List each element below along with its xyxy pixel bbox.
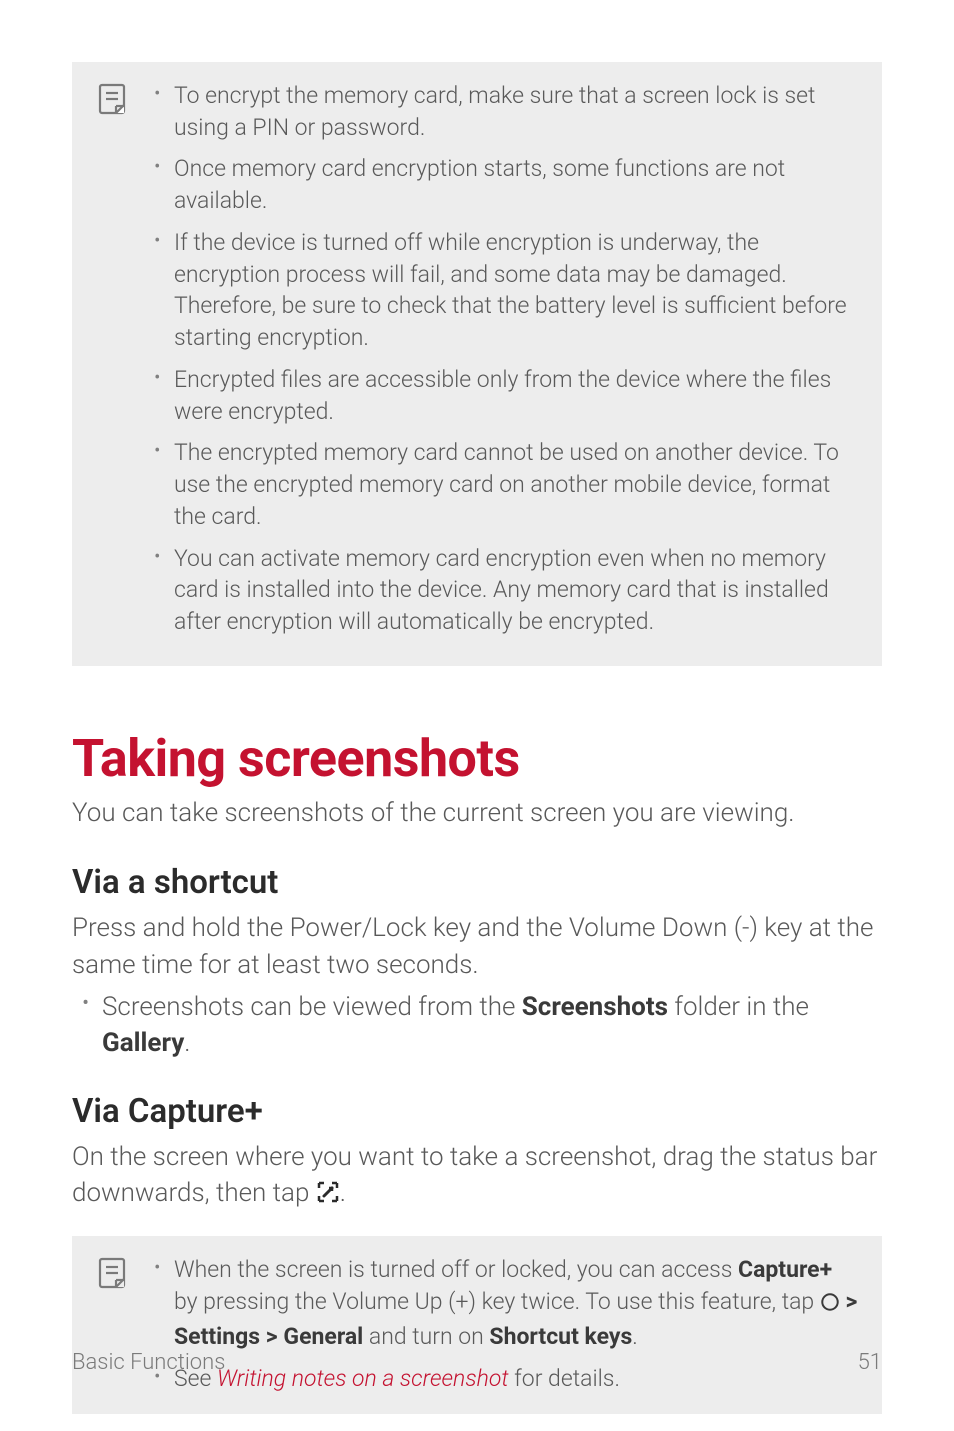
subheading-shortcut: Via a shortcut <box>72 863 882 902</box>
note-item: Once memory card encryption starts, some… <box>152 153 858 216</box>
list-item: Screenshots can be viewed from the Scree… <box>72 989 882 1062</box>
note-icon <box>96 1256 130 1290</box>
shortcut-list: Screenshots can be viewed from the Scree… <box>72 989 882 1062</box>
footer-section: Basic Functions <box>72 1350 225 1375</box>
text: . <box>340 1178 346 1208</box>
note-item: If the device is turned off while encryp… <box>152 227 858 354</box>
text: . <box>184 1028 190 1058</box>
circle-icon <box>820 1289 840 1321</box>
capture-plus-icon <box>316 1178 340 1214</box>
section-heading: Taking screenshots <box>72 728 882 789</box>
bold-text: Gallery <box>102 1028 184 1058</box>
note-item: When the screen is turned off or locked,… <box>152 1254 858 1352</box>
capture-para: On the screen where you want to take a s… <box>72 1139 882 1215</box>
text: When the screen is turned off or locked,… <box>174 1256 738 1283</box>
note-list-1: To encrypt the memory card, make sure th… <box>152 80 858 638</box>
bold-text: Screenshots <box>522 992 668 1022</box>
bold-text: Settings <box>174 1323 260 1350</box>
text: by pressing the Volume Up (+) key twice.… <box>174 1288 820 1315</box>
page-number: 51 <box>858 1350 882 1375</box>
bold-text: Capture+ <box>738 1256 832 1283</box>
bold-text: Shortcut keys <box>489 1323 632 1350</box>
text: On the screen where you want to take a s… <box>72 1142 877 1208</box>
text: and turn on <box>363 1323 489 1350</box>
footer: Basic Functions 51 <box>72 1350 882 1375</box>
bold-text: General <box>283 1323 363 1350</box>
note-box-1: To encrypt the memory card, make sure th… <box>72 62 882 666</box>
chevron-text: > <box>840 1288 858 1315</box>
text: folder in the <box>668 992 809 1022</box>
text: Screenshots can be viewed from the <box>102 992 522 1022</box>
section-intro: You can take screenshots of the current … <box>72 795 882 831</box>
chevron-text: > <box>260 1323 283 1350</box>
note-icon <box>96 82 130 116</box>
note-item: The encrypted memory card cannot be used… <box>152 437 858 532</box>
note-item: You can activate memory card encryption … <box>152 543 858 638</box>
note-item: Encrypted files are accessible only from… <box>152 364 858 427</box>
subheading-capture: Via Capture+ <box>72 1092 882 1131</box>
note-box-2: When the screen is turned off or locked,… <box>72 1236 882 1414</box>
shortcut-para: Press and hold the Power/Lock key and th… <box>72 910 882 983</box>
note-item: To encrypt the memory card, make sure th… <box>152 80 858 143</box>
text: . <box>632 1323 638 1350</box>
